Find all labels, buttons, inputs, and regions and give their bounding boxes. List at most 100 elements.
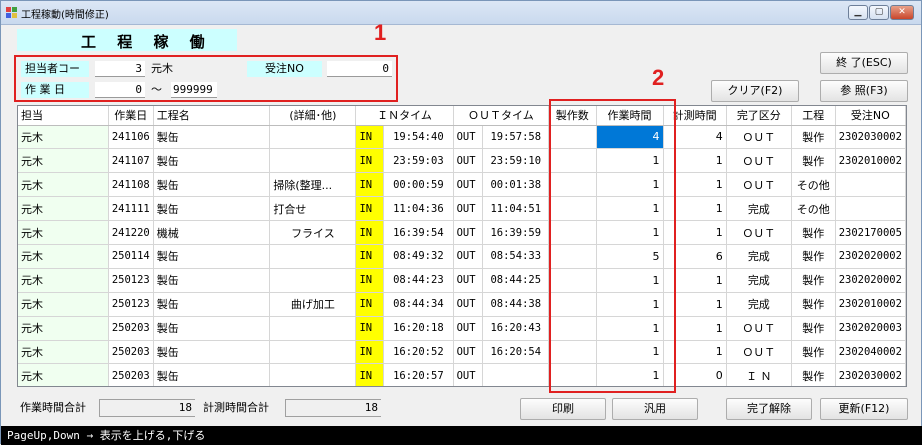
cell-out-time[interactable]: 16:20:54 [482, 340, 550, 365]
cell-in-time[interactable]: 00:00:59 [383, 172, 454, 198]
cell-detail[interactable] [269, 268, 357, 293]
maximize-icon[interactable]: ▢ [869, 5, 889, 20]
cell-out-time[interactable]: 08:44:25 [482, 268, 550, 293]
col-header-detail[interactable]: (詳細･他) [269, 106, 357, 126]
cell-detail[interactable]: 打合せ [269, 196, 357, 222]
col-header-work-date[interactable]: 作業日 [108, 106, 154, 126]
table-row[interactable]: 元木 241106 製缶 IN 19:54:40 OUT 19:57:58 4 4 ＯＵＴ 製作 23… [18, 125, 906, 150]
cell-process[interactable]: 製缶 [153, 363, 271, 386]
cell-stage[interactable]: 製作 [791, 292, 836, 317]
cell-out-flag[interactable]: OUT [453, 316, 484, 341]
cell-in-flag[interactable]: IN [355, 268, 385, 293]
cell-completion[interactable]: ＯＵＴ [726, 148, 792, 174]
cell-completion[interactable]: 完成 [726, 292, 792, 317]
cell-stage[interactable]: その他 [791, 172, 836, 198]
col-header-in-time[interactable]: ＩＮタイム [355, 106, 454, 126]
cell-work-date[interactable]: 241220 [108, 220, 154, 245]
cell-in-flag[interactable]: IN [355, 316, 385, 341]
unfinish-button[interactable]: 完了解除 [726, 398, 812, 420]
cell-detail[interactable] [269, 148, 357, 174]
cell-stage[interactable]: 製作 [791, 268, 836, 293]
minimize-icon[interactable]: ▁ [848, 5, 868, 20]
col-header-process[interactable]: 工程名 [153, 106, 271, 126]
cell-out-flag[interactable]: OUT [453, 292, 484, 317]
cell-detail[interactable]: フライス [269, 220, 357, 245]
cell-detail[interactable] [269, 316, 357, 341]
cell-work-date[interactable]: 241111 [108, 196, 154, 222]
reference-button[interactable]: 参 照(F3) [820, 80, 908, 102]
table-row[interactable]: 元木 241220 機械 フライス IN 16:39:54 OUT 16:39:59 1 1 ＯＵＴ… [18, 220, 906, 245]
cell-out-flag[interactable]: OUT [453, 244, 484, 269]
update-button[interactable]: 更新(F12) [820, 398, 908, 420]
cell-staff[interactable]: 元木 [18, 363, 109, 386]
cell-stage[interactable]: 製作 [791, 316, 836, 341]
col-header-order-no[interactable]: 受注NO [835, 106, 906, 126]
cell-order-no[interactable]: 2302170005 [835, 220, 906, 245]
cell-process[interactable]: 製缶 [153, 316, 271, 341]
cell-process[interactable]: 製缶 [153, 268, 271, 293]
cell-out-time[interactable]: 00:01:38 [482, 172, 550, 198]
cell-stage[interactable]: 製作 [791, 340, 836, 365]
cell-out-flag[interactable]: OUT [453, 172, 484, 198]
cell-work-date[interactable]: 250203 [108, 316, 154, 341]
cell-in-flag[interactable]: IN [355, 196, 385, 222]
cell-completion[interactable]: ＯＵＴ [726, 220, 792, 245]
cell-work-date[interactable]: 250114 [108, 244, 154, 269]
cell-completion[interactable]: ＯＵＴ [726, 172, 792, 198]
cell-in-flag[interactable]: IN [355, 363, 385, 386]
table-row[interactable]: 元木 250203 製缶 IN 16:20:52 OUT 16:20:54 1 1 ＯＵＴ 製作 23… [18, 340, 906, 365]
cell-in-flag[interactable]: IN [355, 172, 385, 198]
cell-completion[interactable]: 完成 [726, 268, 792, 293]
table-row[interactable]: 元木 250114 製缶 IN 08:49:32 OUT 08:54:33 5 6 完成 製作 230… [18, 244, 906, 269]
cell-staff[interactable]: 元木 [18, 292, 109, 317]
table-row[interactable]: 元木 250123 製缶 曲げ加工 IN 08:44:34 OUT 08:44:38 1 1 完成製… [18, 292, 906, 317]
cell-stage[interactable]: 製作 [791, 220, 836, 245]
col-header-completion[interactable]: 完了区分 [726, 106, 792, 126]
cell-out-time[interactable]: 16:20:43 [482, 316, 550, 341]
cell-work-date[interactable]: 250123 [108, 292, 154, 317]
cell-completion[interactable]: ＯＵＴ [726, 340, 792, 365]
cell-out-flag[interactable]: OUT [453, 148, 484, 174]
cell-detail[interactable] [269, 363, 357, 386]
cell-work-date[interactable]: 250123 [108, 268, 154, 293]
cell-in-time[interactable]: 16:20:18 [383, 316, 454, 341]
cell-completion[interactable]: 完成 [726, 244, 792, 269]
cell-order-no[interactable] [835, 172, 906, 198]
cell-in-time[interactable]: 08:44:23 [383, 268, 454, 293]
cell-out-time[interactable]: 19:57:58 [482, 125, 550, 150]
cell-out-time[interactable] [482, 363, 550, 386]
cell-out-time[interactable]: 11:04:51 [482, 196, 550, 222]
cell-order-no[interactable]: 2302020003 [835, 316, 906, 341]
cell-in-time[interactable]: 19:54:40 [383, 125, 454, 150]
cell-work-date[interactable]: 241107 [108, 148, 154, 174]
cell-out-flag[interactable]: OUT [453, 268, 484, 293]
cell-out-flag[interactable]: OUT [453, 363, 484, 386]
cell-stage[interactable]: その他 [791, 196, 836, 222]
cell-in-time[interactable]: 11:04:36 [383, 196, 454, 222]
cell-in-flag[interactable]: IN [355, 244, 385, 269]
table-row[interactable]: 元木 250203 製缶 IN 16:20:18 OUT 16:20:43 1 1 ＯＵＴ 製作 23… [18, 316, 906, 341]
cell-process[interactable]: 製缶 [153, 148, 271, 174]
table-row[interactable]: 元木 241111 製缶 打合せ IN 11:04:36 OUT 11:04:51 1 1 完成 その… [18, 196, 906, 222]
cell-order-no[interactable]: 2302010002 [835, 292, 906, 317]
cell-order-no[interactable]: 2302020002 [835, 244, 906, 269]
cell-staff[interactable]: 元木 [18, 148, 109, 174]
table-row[interactable]: 元木 241107 製缶 IN 23:59:03 OUT 23:59:10 1 1 ＯＵＴ 製作 23… [18, 148, 906, 174]
table-row[interactable]: 元木 250123 製缶 IN 08:44:23 OUT 08:44:25 1 1 完成 製作 230… [18, 268, 906, 293]
col-header-stage[interactable]: 工程 [791, 106, 836, 126]
cell-in-time[interactable]: 16:20:52 [383, 340, 454, 365]
cell-out-time[interactable]: 23:59:10 [482, 148, 550, 174]
cell-process[interactable]: 製缶 [153, 172, 271, 198]
cell-stage[interactable]: 製作 [791, 244, 836, 269]
cell-in-time[interactable]: 16:39:54 [383, 220, 454, 245]
cell-order-no[interactable]: 2302040002 [835, 340, 906, 365]
cell-staff[interactable]: 元木 [18, 316, 109, 341]
cell-order-no[interactable]: 2302020002 [835, 268, 906, 293]
cell-staff[interactable]: 元木 [18, 268, 109, 293]
cell-staff[interactable]: 元木 [18, 340, 109, 365]
cell-detail[interactable] [269, 244, 357, 269]
print-button[interactable]: 印刷 [520, 398, 606, 420]
general-button[interactable]: 汎用 [612, 398, 698, 420]
clear-button[interactable]: クリア(F2) [711, 80, 799, 102]
cell-stage[interactable]: 製作 [791, 125, 836, 150]
